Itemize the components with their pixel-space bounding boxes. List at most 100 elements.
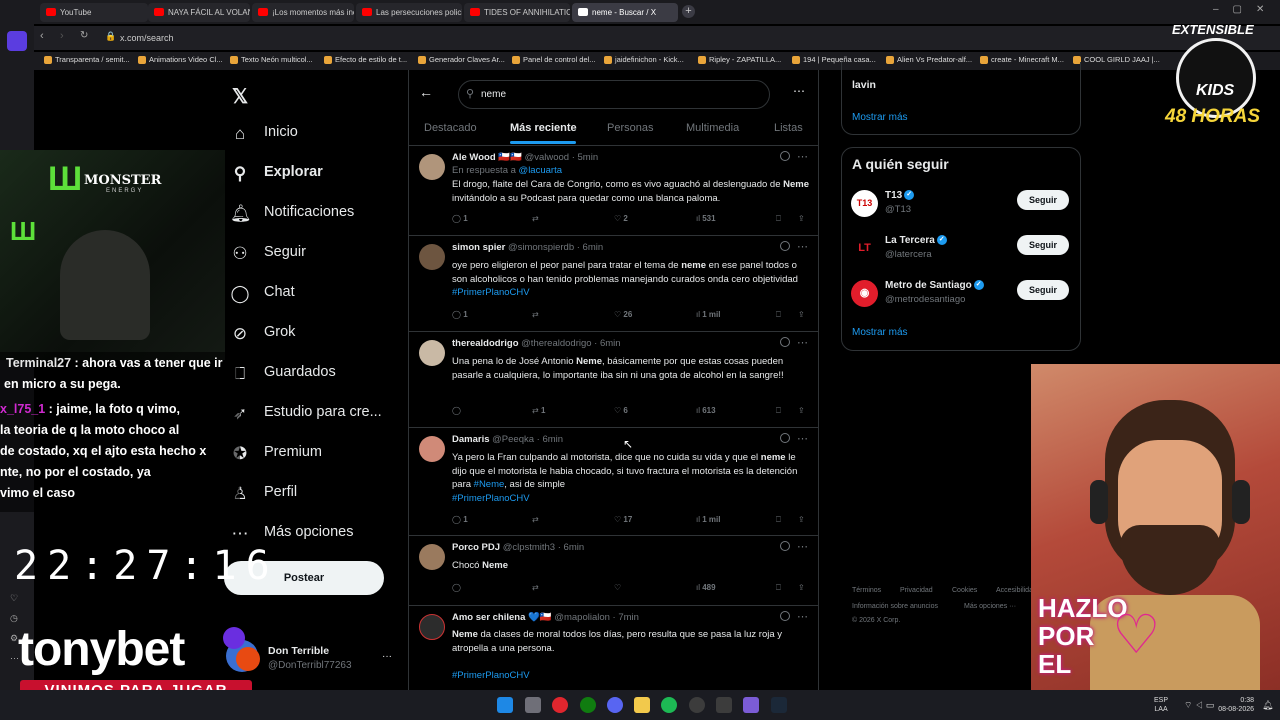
grok-icon[interactable] xyxy=(780,151,790,161)
tweet[interactable]: simon spier @simonspierdb · 6min ⋯ oye p… xyxy=(409,236,818,332)
tweet[interactable]: Amo ser chilena 💙🇨🇱 @mapolialon · 7min ⋯… xyxy=(409,606,818,690)
bookmark-item[interactable]: Efecto de estilo de t... xyxy=(324,55,407,64)
like-icon[interactable]: ♡ xyxy=(614,583,621,592)
opera-taskbar-icon[interactable] xyxy=(552,697,568,713)
follow-suggestion[interactable]: T13 T13 ✓ @T13 Seguir xyxy=(851,187,1071,223)
back-icon[interactable]: ‹ xyxy=(40,30,44,42)
follow-button[interactable]: Seguir xyxy=(1017,280,1069,300)
follow-suggestion[interactable]: LT La Tercera ✓ @latercera Seguir xyxy=(851,232,1071,268)
url-field[interactable]: x.com/search xyxy=(120,30,1180,46)
tab-persecuciones[interactable]: Las persecuciones policial xyxy=(356,3,462,22)
bookmark-icon[interactable]: ⎕ xyxy=(776,310,781,320)
tweet[interactable]: Porco PDJ @clpstmith3 · 6min ⋯ Chocó Nem… xyxy=(409,536,818,606)
avatar[interactable] xyxy=(419,614,445,640)
bookmark-item[interactable]: Animations Video Cl... xyxy=(138,55,223,64)
back-arrow-icon[interactable]: ← xyxy=(419,84,433,100)
retweet-icon[interactable]: ⇄ xyxy=(532,310,539,319)
like-icon[interactable]: ♡ 6 xyxy=(614,406,628,415)
like-icon[interactable]: ♡ 17 xyxy=(614,515,632,524)
like-icon[interactable]: ♡ 2 xyxy=(614,214,628,223)
tab-listas[interactable]: Listas xyxy=(774,122,803,134)
footer-ads-info[interactable]: Información sobre anuncios xyxy=(852,603,938,610)
follow-button[interactable]: Seguir xyxy=(1017,235,1069,255)
footer-terms[interactable]: Términos xyxy=(852,587,881,594)
views-icon[interactable]: ıl 489 xyxy=(696,583,716,592)
grok-icon[interactable] xyxy=(780,241,790,251)
views-icon[interactable]: ıl 1 mil xyxy=(696,310,720,319)
reply-icon[interactable]: ◯ xyxy=(452,406,461,415)
grok-icon[interactable] xyxy=(780,611,790,621)
avatar[interactable] xyxy=(419,154,445,180)
follow-button[interactable]: Seguir xyxy=(1017,190,1069,210)
bookmark-item[interactable]: Ripley - ZAPATILLA... xyxy=(698,55,781,64)
bookmark-item[interactable]: Transparenta / semit... xyxy=(44,55,130,64)
new-tab-button[interactable]: + xyxy=(682,5,695,18)
xbox-icon[interactable] xyxy=(580,697,596,713)
tab-personas[interactable]: Personas xyxy=(607,122,653,134)
bookmark-icon[interactable]: ⎕ xyxy=(776,583,781,593)
tab-mas-reciente[interactable]: Más reciente xyxy=(510,122,577,134)
app-icon[interactable] xyxy=(743,697,759,713)
hashtag-link[interactable]: #PrimerPlanoCHV xyxy=(452,287,530,298)
bookmark-item[interactable]: Panel de control del... xyxy=(512,55,596,64)
account-menu-icon[interactable]: ··· xyxy=(382,651,392,662)
views-icon[interactable]: ıl 531 xyxy=(696,214,716,223)
more-icon[interactable]: ⋯ xyxy=(797,432,808,445)
reply-icon[interactable]: ◯ 1 xyxy=(452,214,468,223)
tweet-author[interactable]: therealdodrigo xyxy=(452,338,519,349)
folder-icon[interactable] xyxy=(634,697,650,713)
tweet[interactable]: therealdodrigo @therealdodrigo · 6min ⋯ … xyxy=(409,332,818,428)
share-icon[interactable]: ⇪ xyxy=(798,214,805,223)
tweet[interactable]: Damaris @Peeqka · 6min ⋯ Ya pero la Fran… xyxy=(409,428,818,536)
avatar[interactable] xyxy=(419,544,445,570)
retweet-icon[interactable]: ⇄ 1 xyxy=(532,406,545,415)
tweet-author[interactable]: Ale Wood 🇨🇱🇨🇱 xyxy=(452,152,522,163)
steam-icon[interactable] xyxy=(771,697,787,713)
avatar[interactable] xyxy=(419,436,445,462)
views-icon[interactable]: ıl 613 xyxy=(696,406,716,415)
window-controls[interactable]: –▢✕ xyxy=(1213,4,1278,15)
taskbar-clock[interactable]: 0:38 08-08-2026 xyxy=(1216,696,1254,714)
taskview-icon[interactable] xyxy=(525,697,541,713)
share-icon[interactable]: ⇪ xyxy=(798,310,805,319)
forward-icon[interactable]: › xyxy=(60,30,64,42)
language-indicator[interactable]: ESP LAA xyxy=(1154,696,1168,714)
hashtag-link[interactable]: #PrimerPlanoCHV xyxy=(452,492,810,506)
share-icon[interactable]: ⇪ xyxy=(798,583,805,592)
tab-youtube[interactable]: YouTube xyxy=(40,3,148,22)
like-icon[interactable]: ♡ 26 xyxy=(614,310,632,319)
avatar[interactable] xyxy=(419,340,445,366)
retweet-icon[interactable]: ⇄ xyxy=(532,515,539,524)
footer-privacy[interactable]: Privacidad xyxy=(900,587,933,594)
more-icon[interactable]: ⋯ xyxy=(797,336,808,349)
footer-cookies[interactable]: Cookies xyxy=(952,587,977,594)
bookmark-item[interactable]: Texto Neón multicol... xyxy=(230,55,313,64)
bookmark-icon[interactable]: ⎕ xyxy=(776,406,781,416)
tab-destacado[interactable]: Destacado xyxy=(424,122,477,134)
retweet-icon[interactable]: ⇄ xyxy=(532,214,539,223)
more-icon[interactable]: ⋯ xyxy=(797,240,808,253)
show-more-link[interactable]: Mostrar más xyxy=(852,327,908,338)
reply-handle-link[interactable]: @lacuarta xyxy=(519,165,562,176)
grok-icon[interactable] xyxy=(780,541,790,551)
avatar[interactable]: ◉ xyxy=(851,280,878,307)
grok-icon[interactable] xyxy=(780,433,790,443)
tab-multimedia[interactable]: Multimedia xyxy=(686,122,739,134)
grok-icon[interactable] xyxy=(780,337,790,347)
tweet-author[interactable]: Amo ser chilena 💙🇨🇱 xyxy=(452,612,552,623)
avatar[interactable] xyxy=(419,244,445,270)
notification-icon[interactable]: 🔔︎ xyxy=(1262,700,1273,711)
avatar[interactable]: T13 xyxy=(851,190,878,217)
obs-icon[interactable] xyxy=(689,697,705,713)
tweet[interactable]: Ale Wood 🇨🇱🇨🇱 @valwood · 5min ⋯ En respu… xyxy=(409,146,818,236)
spotify-icon[interactable] xyxy=(661,697,677,713)
bookmark-icon[interactable]: ⎕ xyxy=(776,515,781,525)
follow-suggestion[interactable]: ◉ Metro de Santiago ✓ @metrodesantiago Se… xyxy=(851,277,1071,313)
app-icon[interactable] xyxy=(716,697,732,713)
system-tray-icons[interactable]: ⌔ ◁ ▭ xyxy=(1184,700,1214,711)
show-more-link[interactable]: Mostrar más xyxy=(852,112,908,123)
bookmark-item[interactable]: COOL GIRLD JAAJ |... xyxy=(1073,55,1160,64)
hashtag-link[interactable]: #PrimerPlanoCHV xyxy=(452,669,810,683)
tab-tides[interactable]: TIDES OF ANNIHILATION xyxy=(464,3,570,22)
tweet-author[interactable]: Damaris xyxy=(452,434,490,445)
